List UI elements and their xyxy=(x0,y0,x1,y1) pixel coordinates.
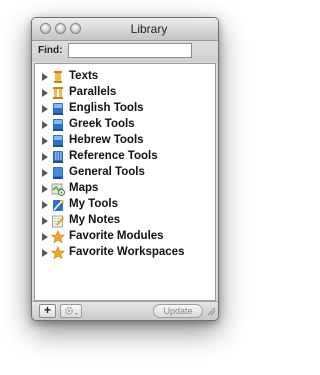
reference-tools-book-icon xyxy=(53,151,63,163)
tree-item-general-tools[interactable]: General Tools xyxy=(35,165,215,181)
close-button[interactable] xyxy=(40,23,51,34)
tree-item-label: Favorite Modules xyxy=(69,230,164,242)
parallel-columns-icon xyxy=(53,87,63,99)
zoom-button[interactable] xyxy=(70,23,81,34)
update-button[interactable]: Update xyxy=(153,304,203,318)
tree-item-favorite-workspaces[interactable]: Favorite Workspaces xyxy=(35,245,215,261)
english-tools-book-icon xyxy=(53,103,63,115)
tree-item-greek-tools[interactable]: Greek Tools xyxy=(35,117,215,133)
tree-item-hebrew-tools[interactable]: Hebrew Tools xyxy=(35,133,215,149)
tree-item-label: My Tools xyxy=(69,198,118,210)
tree-item-maps[interactable]: Maps xyxy=(35,181,215,197)
tree-item-label: Hebrew Tools xyxy=(69,134,144,146)
window-title: Library xyxy=(130,22,168,36)
my-tools-icon xyxy=(53,200,64,211)
tree-item-label: Texts xyxy=(69,70,99,82)
tree-item-english-tools[interactable]: English Tools xyxy=(35,101,215,117)
tree-item-favorite-modules[interactable]: Favorite Modules xyxy=(35,229,215,245)
disclosure-triangle-icon[interactable] xyxy=(42,137,48,145)
disclosure-triangle-icon[interactable] xyxy=(42,89,48,97)
disclosure-triangle-icon[interactable] xyxy=(42,249,48,257)
find-label: Find: xyxy=(38,45,63,56)
action-menu-button[interactable] xyxy=(60,304,82,318)
tree-item-label: Reference Tools xyxy=(69,150,158,162)
disclosure-triangle-icon[interactable] xyxy=(42,217,48,225)
library-window: Library Find: Texts Parallels English To… xyxy=(31,17,219,321)
map-icon xyxy=(51,183,65,196)
disclosure-triangle-icon[interactable] xyxy=(42,121,48,129)
tree-item-label: My Notes xyxy=(69,214,121,226)
tree-item-label: Favorite Workspaces xyxy=(69,246,185,258)
star-icon xyxy=(51,246,65,260)
add-button[interactable]: + xyxy=(39,304,56,318)
title-bar[interactable]: Library xyxy=(32,18,218,41)
disclosure-triangle-icon[interactable] xyxy=(42,201,48,209)
book-scroll-icon xyxy=(54,71,62,83)
tree-item-my-tools[interactable]: My Tools xyxy=(35,197,215,213)
greek-tools-book-icon xyxy=(53,119,63,131)
tree-item-label: Maps xyxy=(69,182,99,194)
tree-item-parallels[interactable]: Parallels xyxy=(35,85,215,101)
minimize-button[interactable] xyxy=(55,23,66,34)
general-tools-book-icon xyxy=(53,167,63,179)
tree-item-reference-tools[interactable]: Reference Tools xyxy=(35,149,215,165)
star-icon xyxy=(51,230,65,244)
disclosure-triangle-icon[interactable] xyxy=(42,185,48,193)
tree-item-texts[interactable]: Texts xyxy=(35,69,215,85)
find-input[interactable] xyxy=(68,43,192,58)
tree-item-label: English Tools xyxy=(69,102,144,114)
tree-item-label: Greek Tools xyxy=(69,118,135,130)
disclosure-triangle-icon[interactable] xyxy=(42,153,48,161)
tree-item-label: General Tools xyxy=(69,166,145,178)
gear-icon xyxy=(65,307,78,315)
disclosure-triangle-icon[interactable] xyxy=(42,233,48,241)
library-tree: Texts Parallels English Tools Greek Tool… xyxy=(34,63,216,301)
disclosure-triangle-icon[interactable] xyxy=(42,73,48,81)
disclosure-triangle-icon[interactable] xyxy=(42,169,48,177)
find-bar: Find: xyxy=(32,41,218,62)
hebrew-tools-book-icon xyxy=(53,135,63,147)
tree-item-my-notes[interactable]: My Notes xyxy=(35,213,215,229)
tree-item-label: Parallels xyxy=(69,86,117,98)
bottom-toolbar: + Update xyxy=(32,301,218,320)
notes-pencil-icon xyxy=(52,215,65,228)
disclosure-triangle-icon[interactable] xyxy=(42,105,48,113)
resize-grip-icon[interactable] xyxy=(206,306,216,316)
